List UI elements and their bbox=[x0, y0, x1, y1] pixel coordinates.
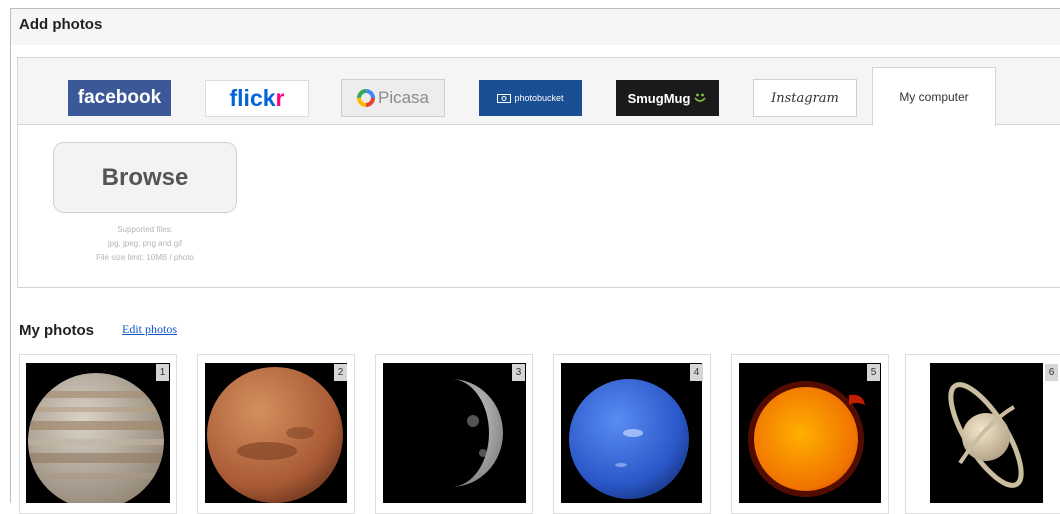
photo-number-badge: 6 bbox=[1045, 364, 1058, 381]
supported-files-label: Supported files: bbox=[117, 225, 173, 234]
neptune-image bbox=[561, 363, 702, 503]
photo-number-badge: 3 bbox=[512, 364, 525, 381]
my-photos-heading: My photos bbox=[19, 322, 94, 339]
file-size-limit-text: File size limit: 10MB / photo bbox=[96, 253, 194, 262]
jupiter-image bbox=[26, 363, 170, 503]
flickr-logo-part-a: flick bbox=[229, 85, 276, 111]
moon-image bbox=[383, 363, 526, 503]
neptune-thumbnail[interactable] bbox=[561, 363, 702, 503]
dialog-header bbox=[11, 9, 1060, 45]
smugmug-logo: SmugMug bbox=[627, 90, 691, 106]
edit-photos-link[interactable]: Edit photos bbox=[122, 322, 177, 337]
photo-number-badge: 2 bbox=[334, 364, 347, 381]
photobucket-source-button[interactable]: photobucket bbox=[479, 80, 582, 116]
photobucket-camera-icon bbox=[497, 94, 512, 103]
jupiter-thumbnail[interactable] bbox=[26, 363, 170, 503]
picasa-source-button[interactable]: Picasa bbox=[341, 79, 445, 117]
saturn-image bbox=[930, 363, 1043, 503]
mars-thumbnail[interactable] bbox=[205, 363, 347, 503]
sun-image bbox=[739, 363, 881, 503]
saturn-thumbnail[interactable] bbox=[930, 363, 1043, 503]
photobucket-logo: photobucket bbox=[514, 93, 564, 103]
moon-thumbnail[interactable] bbox=[383, 363, 526, 503]
instagram-source-button[interactable]: Instagram bbox=[753, 79, 857, 117]
sun-thumbnail[interactable] bbox=[739, 363, 881, 503]
photo-number-badge: 1 bbox=[156, 364, 169, 381]
supported-formats-text: jpg, jpeg, png and gif bbox=[107, 239, 183, 248]
instagram-logo: Instagram bbox=[771, 90, 839, 106]
tab-my-computer[interactable]: My computer bbox=[872, 67, 996, 126]
facebook-logo: facebook bbox=[77, 87, 162, 108]
browse-button[interactable]: Browse bbox=[53, 142, 237, 213]
photo-number-badge: 4 bbox=[690, 364, 703, 381]
photo-number-badge: 5 bbox=[867, 364, 880, 381]
smugmug-source-button[interactable]: SmugMug bbox=[616, 80, 719, 116]
mars-image bbox=[205, 363, 347, 503]
smugmug-smile-icon bbox=[694, 93, 707, 102]
dialog-title: Add photos bbox=[19, 16, 103, 33]
flickr-source-button[interactable]: flickr bbox=[205, 80, 309, 117]
flickr-logo: flickr bbox=[230, 85, 285, 112]
picasa-logo: Picasa bbox=[377, 88, 430, 107]
flickr-logo-part-b: r bbox=[275, 85, 285, 111]
facebook-source-button[interactable]: facebook bbox=[68, 80, 171, 116]
picasa-pinwheel-icon bbox=[356, 89, 375, 107]
